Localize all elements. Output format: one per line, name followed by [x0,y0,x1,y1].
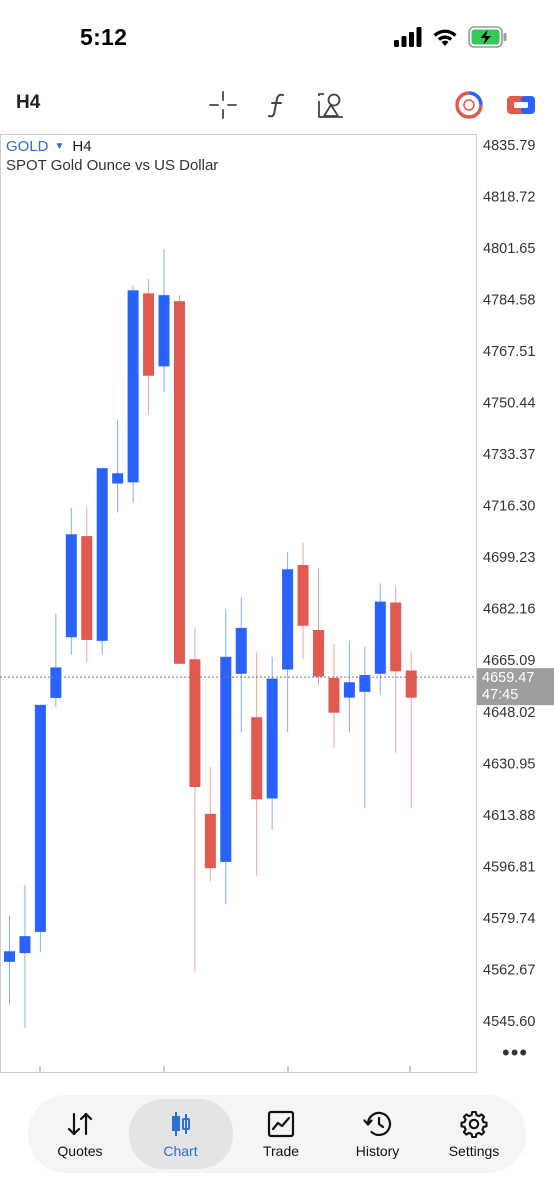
y-tick-label: 4750.44 [483,396,535,412]
candle-body [127,290,139,483]
current-price-label: 4659.47 [482,670,534,686]
candle-body [235,627,247,674]
y-tick-label: 4801.65 [483,241,535,257]
y-tick-label: 4767.51 [483,344,535,360]
bar-countdown-label: 47:45 [482,687,518,703]
candlestick-chart[interactable]: 4835.79 4818.72 4801.65 4784.58 4767.51 4750.… [0,132,554,1076]
nav-trade[interactable]: Trade [233,1099,329,1169]
y-tick-label: 4733.37 [483,447,535,463]
candle-body [65,534,77,638]
y-tick-label: 4562.67 [483,962,535,978]
candle-body [220,656,232,862]
y-tick-label: 4784.58 [483,292,535,308]
symbol-dropdown-caret-icon[interactable]: ▼ [55,141,65,152]
candle-body [266,678,278,799]
y-tick-label: 4596.81 [483,859,535,875]
objects-button[interactable] [316,90,346,120]
crosshair-icon [209,91,237,119]
candle-body [313,629,324,677]
trade-chart-icon [267,1110,295,1137]
x-tick-label: 31 Mar 16:00 [44,1075,129,1076]
chart-canvas[interactable]: 4835.79 4818.72 4801.65 4784.58 4767.51 4750.… [0,132,554,1076]
nav-chart-label: Chart [163,1142,198,1159]
more-options-button[interactable]: ••• [502,1040,528,1066]
candle-body [50,667,62,698]
timeframe-selector[interactable]: H4 [16,92,40,114]
candle-body [282,569,294,670]
candle-body [204,813,216,869]
nav-history-label: History [355,1142,400,1159]
status-icons [394,26,508,48]
y-tick-label: 4545.60 [483,1014,535,1030]
symbol-name[interactable]: GOLD [6,138,49,155]
nav-chart[interactable]: Chart [128,1099,233,1169]
chart-toolbar: H4 [0,80,554,130]
candle-body [251,717,263,800]
candle-body [405,670,417,698]
candle-body [4,951,15,962]
candle-body [390,602,402,672]
settings-gear-icon [460,1110,488,1138]
bottom-navigation: Quotes Chart Trade History Settings [28,1095,526,1173]
y-tick-label: 4835.79 [483,138,535,154]
y-tick-label: 4579.74 [483,911,535,927]
candle-body [34,704,46,932]
nav-quotes-label: Quotes [57,1142,103,1159]
indicators-f-icon [268,93,284,118]
candle-body [143,293,155,376]
x-tick-label: 7 Apr 16:00 [414,1075,488,1076]
candle-body [158,295,170,367]
candle-body [374,601,386,674]
status-bar: 5:12 [0,0,554,76]
y-tick-label: 4630.95 [483,756,535,772]
crosshair-button[interactable] [208,90,238,120]
candlestick-icon [171,1111,190,1136]
status-time: 5:12 [80,24,128,50]
y-tick-label: 4716.30 [483,499,535,515]
nav-trade-label: Trade [262,1142,300,1159]
trade-panel-button[interactable] [506,90,536,120]
y-tick-label: 4682.16 [483,602,535,618]
candle-body [328,677,340,713]
candle-body [96,468,108,641]
y-tick-label: 4699.23 [483,550,535,566]
nav-quotes[interactable]: Quotes [32,1099,128,1169]
nav-history[interactable]: History [330,1099,426,1169]
symbol-description: SPOT Gold Ounce vs US Dollar [6,157,219,174]
x-tick-label: 6 Apr 08:00 [292,1075,366,1076]
y-tick-label: 4648.02 [483,705,535,721]
cellular-signal-icon [394,27,422,47]
indicators-button[interactable] [262,90,292,120]
nav-settings[interactable]: Settings [426,1099,522,1169]
y-tick-label: 4665.09 [483,653,535,669]
candle-body [112,473,124,484]
candle-body [343,682,355,698]
history-clock-icon [362,1111,391,1136]
x-tick-label: 2 Apr 00:00 [168,1075,242,1076]
candle-body [81,536,93,640]
objects-icon [318,93,343,118]
nav-settings-label: Settings [448,1142,500,1159]
candle-body [19,936,31,954]
one-click-trading-icon [455,91,483,119]
y-tick-label: 4613.88 [483,808,535,824]
battery-charging-icon [468,26,507,48]
symbol-timeframe: H4 [72,138,92,155]
candle-body [189,659,201,787]
y-tick-label: 4818.72 [483,189,535,205]
one-click-trading-button[interactable] [454,90,484,120]
symbol-header[interactable]: GOLD ▼ H4 [6,138,92,155]
candle-body [297,565,309,626]
candle-body [173,301,185,664]
wifi-icon [433,29,457,46]
quotes-arrows-icon [67,1112,93,1135]
trade-panel-icon [507,96,535,114]
